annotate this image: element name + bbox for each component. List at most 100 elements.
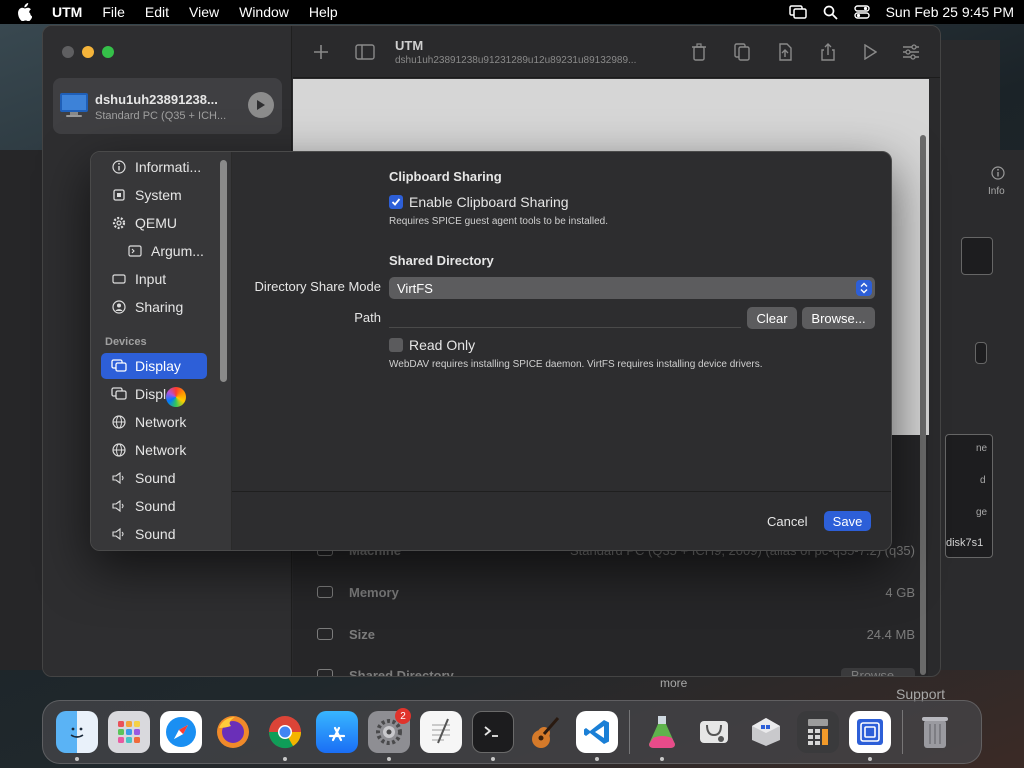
boot-camp-icon: [745, 711, 787, 753]
spotlight-search-icon[interactable]: [823, 5, 838, 20]
person-icon: [111, 299, 127, 315]
nav-label: Network: [135, 414, 187, 430]
globe-icon: [111, 414, 127, 430]
checkmark-icon[interactable]: [389, 195, 403, 209]
browse-button[interactable]: Browse...: [802, 307, 875, 329]
disk-label: disk7s1: [946, 537, 984, 549]
menu-file[interactable]: File: [102, 4, 125, 20]
menu-view[interactable]: View: [189, 4, 219, 20]
edge-text: ne: [976, 443, 988, 454]
clone-icon[interactable]: [732, 42, 752, 62]
control-center-icon[interactable]: [853, 5, 870, 19]
sidebar-scrollbar[interactable]: [220, 160, 227, 382]
close-window-button[interactable]: [62, 46, 74, 58]
window-title: UTM: [395, 38, 424, 53]
nav-sharing[interactable]: Sharing: [101, 294, 207, 320]
dock-textedit[interactable]: [415, 706, 467, 758]
nav-system[interactable]: System: [101, 182, 207, 208]
dock-firefox[interactable]: [207, 706, 259, 758]
apple-menu-icon[interactable]: [16, 3, 34, 21]
dock-utm[interactable]: [844, 706, 896, 761]
dock-terminal[interactable]: [467, 706, 519, 761]
more-link[interactable]: more: [660, 676, 687, 690]
nav-sound-1[interactable]: Sound: [101, 465, 207, 491]
dock-python[interactable]: [636, 706, 688, 761]
terminal-icon: [472, 711, 514, 753]
dock-vscode[interactable]: [571, 706, 623, 761]
utm-icon: [849, 711, 891, 753]
dock-chrome[interactable]: [259, 706, 311, 761]
nav-display-1[interactable]: Display: [101, 353, 207, 379]
clipboard-section-title: Clipboard Sharing: [389, 169, 502, 184]
nav-label: Display: [135, 358, 181, 374]
clear-button[interactable]: Clear: [747, 307, 797, 329]
checkbox-label: Read Only: [409, 337, 476, 353]
speaker-icon: [111, 470, 127, 486]
dock-system-settings[interactable]: 2: [363, 706, 415, 761]
share-icon[interactable]: [818, 42, 838, 62]
settings-sidebar: Informati... System QEMU Argum... Input …: [91, 152, 232, 550]
nav-information[interactable]: Informati...: [101, 154, 207, 180]
nav-sound-2[interactable]: Sound: [101, 493, 207, 519]
nav-display-2[interactable]: Display: [101, 381, 207, 407]
nav-label: Argum...: [151, 243, 204, 259]
spinning-wait-cursor: [166, 387, 186, 407]
enable-clipboard-checkbox[interactable]: Enable Clipboard Sharing: [389, 194, 569, 210]
browse-button[interactable]: Browse...: [840, 667, 915, 676]
detail-label: Shared Directory: [349, 667, 454, 677]
dock-calculator[interactable]: [792, 706, 844, 758]
screen-mirroring-icon[interactable]: [788, 5, 807, 19]
nav-arguments[interactable]: Argum...: [117, 238, 209, 264]
dock-disk-utility[interactable]: [688, 706, 740, 758]
menu-bar: UTM File Edit View Window Help Sun Feb 2…: [0, 0, 1024, 24]
add-vm-icon[interactable]: [311, 42, 331, 62]
minimize-window-button[interactable]: [82, 46, 94, 58]
read-only-checkbox[interactable]: Read Only: [389, 337, 475, 353]
sidebar-toggle-icon[interactable]: [355, 42, 375, 62]
dock-safari[interactable]: [155, 706, 207, 758]
launchpad-icon: [108, 711, 150, 753]
dock-app-store[interactable]: [311, 706, 363, 758]
nav-network-1[interactable]: Network: [101, 409, 207, 435]
globe-icon: [111, 442, 127, 458]
path-field[interactable]: [389, 308, 741, 328]
menu-clock[interactable]: Sun Feb 25 9:45 PM: [886, 4, 1014, 20]
nav-qemu[interactable]: QEMU: [101, 210, 207, 236]
export-icon[interactable]: [775, 42, 795, 62]
nav-input[interactable]: Input: [101, 266, 207, 292]
terminal-icon: [127, 243, 143, 259]
zoom-window-button[interactable]: [102, 46, 114, 58]
settings-sliders-icon[interactable]: [901, 42, 921, 62]
vertical-scrollbar[interactable]: [920, 135, 926, 675]
dock-trash[interactable]: [909, 706, 961, 758]
background-list-box: ne d ge disk7s1: [945, 434, 993, 558]
dock-finder[interactable]: [51, 706, 103, 761]
nav-label: Input: [135, 271, 167, 287]
menu-edit[interactable]: Edit: [145, 4, 169, 20]
run-icon[interactable]: [860, 42, 880, 62]
checkbox-box[interactable]: [389, 338, 403, 352]
menu-app-name[interactable]: UTM: [52, 4, 82, 20]
menu-window[interactable]: Window: [239, 4, 289, 20]
nav-sound-3[interactable]: Sound: [101, 521, 207, 547]
cancel-button[interactable]: Cancel: [767, 514, 807, 529]
menu-help[interactable]: Help: [309, 4, 338, 20]
finder-icon: [56, 711, 98, 753]
vm-play-button[interactable]: [248, 92, 274, 118]
save-button[interactable]: Save: [824, 511, 871, 531]
dock-boot-camp[interactable]: [740, 706, 792, 758]
dock-garageband[interactable]: [519, 706, 571, 758]
vm-name: dshu1uh23891238...: [95, 92, 218, 107]
info-icon: [111, 159, 127, 175]
nav-network-2[interactable]: Network: [101, 437, 207, 463]
vm-list-item[interactable]: dshu1uh23891238... Standard PC (Q35 + IC…: [53, 78, 282, 134]
detail-row-size: Size 24.4 MB: [293, 613, 929, 655]
trash-icon[interactable]: [689, 42, 709, 62]
display-icon: [111, 358, 127, 374]
share-mode-select[interactable]: VirtFS: [389, 277, 875, 299]
dock-launchpad[interactable]: [103, 706, 155, 758]
dock: 2: [42, 700, 982, 764]
info-icon[interactable]: [991, 166, 1005, 183]
dock-separator: [629, 710, 630, 754]
detail-value: 4 GB: [885, 584, 915, 600]
